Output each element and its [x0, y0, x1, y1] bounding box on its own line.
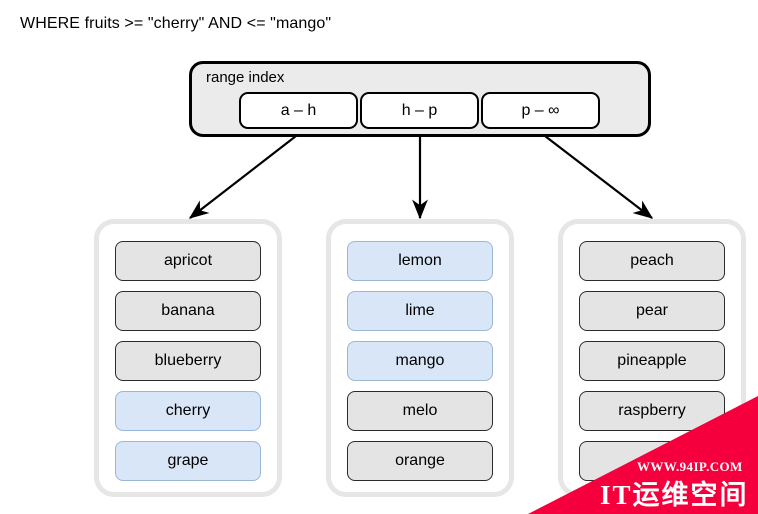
list-item[interactable]: lemon — [347, 241, 493, 281]
list-item[interactable]: raspberry — [579, 391, 725, 431]
bucket-a-h: apricot banana blueberry cherry grape — [94, 219, 282, 497]
arrow-p-inf-to-bucket-2 — [544, 135, 654, 219]
list-item[interactable]: peach — [579, 241, 725, 281]
range-cell-p-infinity[interactable]: p – ∞ — [481, 92, 600, 129]
arrow-a-h-to-bucket-0 — [188, 135, 297, 219]
range-index-cells: a – h h – p p – ∞ — [239, 92, 600, 129]
watermark-brand: IT运维空间 — [600, 480, 749, 510]
bucket-p-infinity: peach pear pineapple raspberry stra — [558, 219, 746, 497]
range-index-container: range index a – h h – p p – ∞ — [189, 61, 651, 137]
diagram-canvas: WHERE fruits >= "cherry" AND <= "mango" … — [0, 0, 758, 514]
list-item[interactable]: cherry — [115, 391, 261, 431]
list-item[interactable]: mango — [347, 341, 493, 381]
list-item[interactable]: orange — [347, 441, 493, 481]
query-statement: WHERE fruits >= "cherry" AND <= "mango" — [20, 15, 332, 32]
range-cell-h-p[interactable]: h – p — [360, 92, 479, 129]
list-item[interactable]: melo — [347, 391, 493, 431]
list-item[interactable]: grape — [115, 441, 261, 481]
range-cell-a-h[interactable]: a – h — [239, 92, 358, 129]
list-item[interactable]: pear — [579, 291, 725, 331]
bucket-h-p: lemon lime mango melo orange — [326, 219, 514, 497]
list-item[interactable]: apricot — [115, 241, 261, 281]
list-item[interactable]: lime — [347, 291, 493, 331]
list-item[interactable]: pineapple — [579, 341, 725, 381]
list-item[interactable]: blueberry — [115, 341, 261, 381]
range-index-label: range index — [206, 69, 285, 86]
list-item[interactable]: banana — [115, 291, 261, 331]
